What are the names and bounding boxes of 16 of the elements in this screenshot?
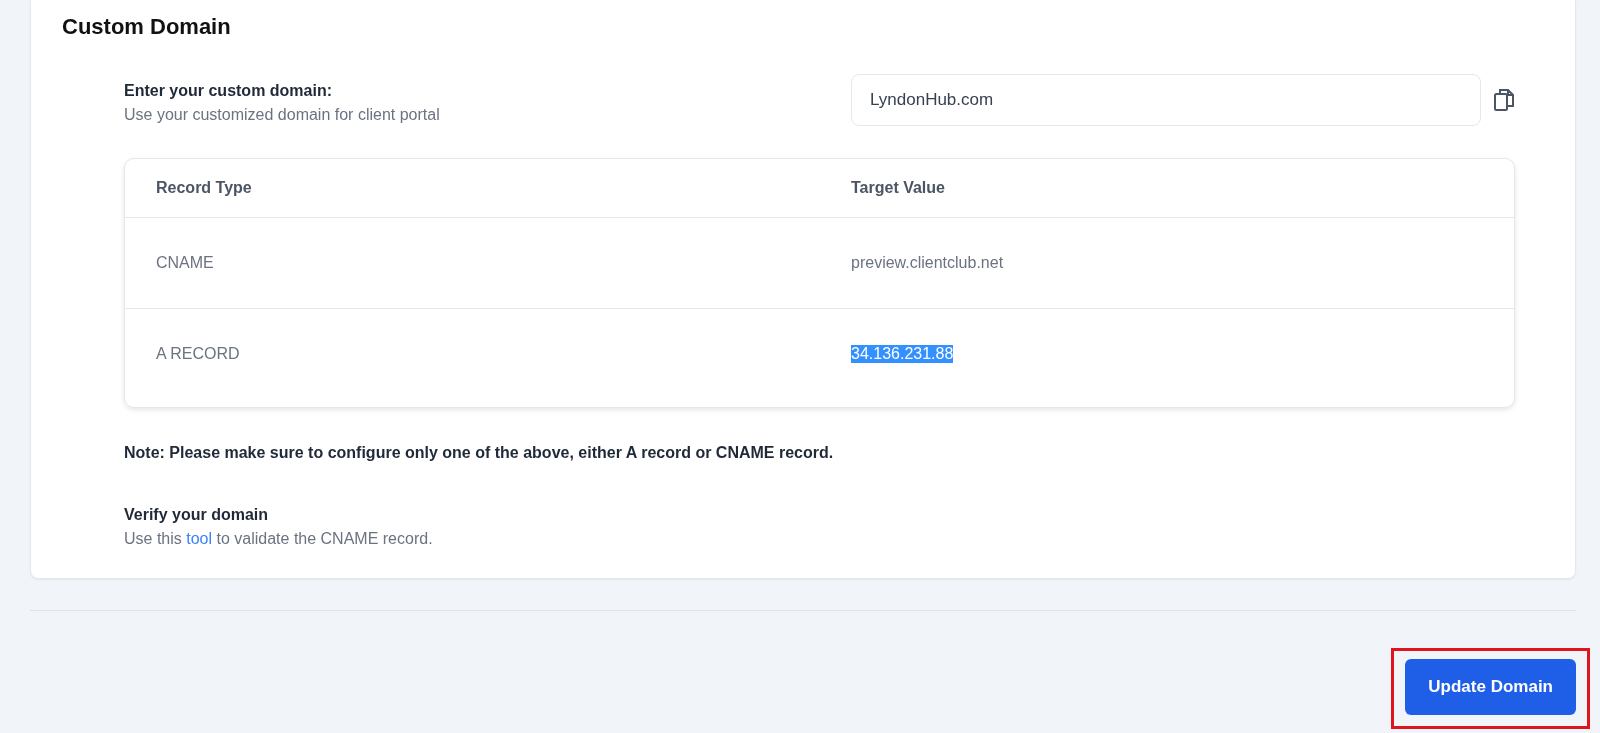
section-title: Custom Domain (62, 14, 232, 40)
tool-link[interactable]: tool (186, 530, 213, 547)
table-cell: A RECORD (156, 345, 240, 363)
selected-text: 34.136.231.88 (851, 345, 954, 363)
table-cell: preview.clientclub.net (851, 254, 1004, 272)
domain-input-field[interactable]: LyndonHub.com (851, 74, 1481, 126)
copy-icon[interactable] (1493, 87, 1515, 113)
verify-description: Use this tool to validate the CNAME record. (124, 530, 434, 548)
field-label: Enter your custom domain: (124, 82, 334, 100)
column-header: Target Value (851, 179, 946, 197)
note-text: Note: Please make sure to configure only one of the above, either A record or CNAME record. (124, 444, 835, 462)
verify-title: Verify your domain (124, 506, 270, 524)
field-description: Use your customized domain for client portal (124, 106, 440, 124)
column-header: Record Type (156, 179, 253, 197)
update-domain-button[interactable]: Update Domain (1405, 659, 1576, 715)
table-cell: CNAME (156, 254, 214, 272)
